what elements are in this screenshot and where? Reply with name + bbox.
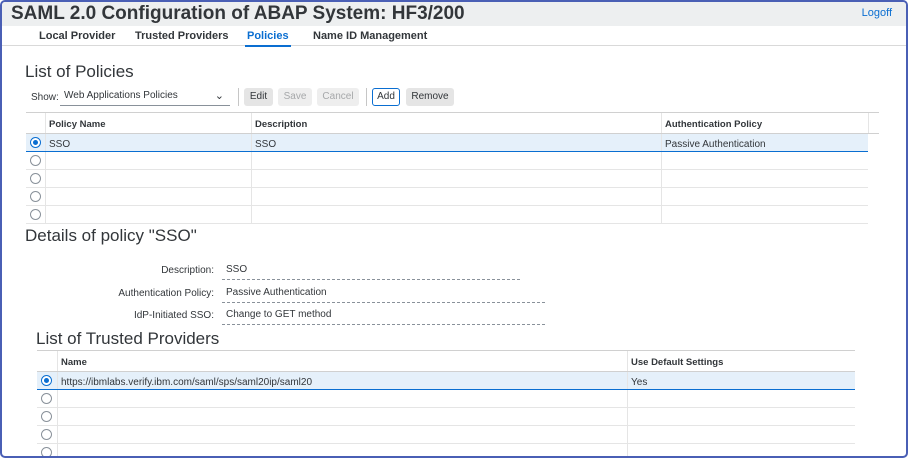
table-row[interactable] xyxy=(37,426,855,444)
toolbar-divider xyxy=(238,88,239,106)
use-default-settings-cell xyxy=(627,426,855,443)
page-title: SAML 2.0 Configuration of ABAP System: H… xyxy=(11,3,465,24)
remove-button[interactable]: Remove xyxy=(406,88,454,106)
provider-name-cell xyxy=(57,444,627,456)
use-default-settings-cell xyxy=(627,390,855,407)
trusted-providers-section-title: List of Trusted Providers xyxy=(36,329,220,348)
description-cell xyxy=(251,188,661,205)
row-radio-button[interactable] xyxy=(41,429,52,440)
row-radio-button[interactable] xyxy=(30,173,41,184)
table-row[interactable]: https://ibmlabs.verify.ibm.com/saml/sps/… xyxy=(37,372,855,390)
toolbar-divider xyxy=(366,88,367,106)
row-radio-button[interactable] xyxy=(41,447,52,456)
authentication-policy-cell xyxy=(661,152,868,169)
app-window: SAML 2.0 Configuration of ABAP System: H… xyxy=(0,0,908,458)
idp-initiated-sso-value: Change to GET method xyxy=(222,309,545,325)
policy-name-cell xyxy=(45,170,251,187)
row-radio-button[interactable] xyxy=(41,375,52,386)
description-cell xyxy=(251,152,661,169)
provider-name-cell xyxy=(57,408,627,425)
chevron-down-icon: ⌄ xyxy=(214,90,224,102)
cancel-button[interactable]: Cancel xyxy=(317,88,359,106)
show-label: Show: xyxy=(31,92,59,103)
provider-name-cell: https://ibmlabs.verify.ibm.com/saml/sps/… xyxy=(57,372,627,389)
save-button[interactable]: Save xyxy=(278,88,312,106)
policy-name-cell: SSO xyxy=(45,134,251,151)
edit-button[interactable]: Edit xyxy=(244,88,273,106)
use-default-settings-cell xyxy=(627,408,855,425)
row-radio-button[interactable] xyxy=(30,155,41,166)
tab-local-provider[interactable]: Local Provider xyxy=(39,30,115,42)
column-header-description[interactable]: Description xyxy=(251,113,661,133)
tab-policies[interactable]: Policies xyxy=(245,30,291,47)
tab-name-id-management[interactable]: Name ID Management xyxy=(313,30,427,42)
policies-table-header: Policy Name Description Authentication P… xyxy=(26,112,879,134)
row-radio-button[interactable] xyxy=(30,137,41,148)
trusted-providers-table: Name Use Default Settings https://ibmlab… xyxy=(37,350,864,456)
policy-name-cell xyxy=(45,152,251,169)
column-header-authentication-policy[interactable]: Authentication Policy xyxy=(661,113,868,133)
policy-name-cell xyxy=(45,188,251,205)
row-radio-button[interactable] xyxy=(41,393,52,404)
policy-type-select-value: Web Applications Policies xyxy=(64,90,178,101)
table-row[interactable] xyxy=(37,390,855,408)
column-header-use-default-settings[interactable]: Use Default Settings xyxy=(627,351,855,371)
description-cell xyxy=(251,206,661,223)
row-radio-button[interactable] xyxy=(41,411,52,422)
details-section-title: Details of policy "SSO" xyxy=(25,226,197,245)
policy-type-select[interactable]: Web Applications Policies ⌄ xyxy=(60,88,230,106)
provider-name-cell xyxy=(57,390,627,407)
use-default-settings-cell xyxy=(627,444,855,456)
description-cell: SSO xyxy=(251,134,661,151)
row-radio-button[interactable] xyxy=(30,191,41,202)
authentication-policy-label: Authentication Policy: xyxy=(118,288,214,299)
table-row[interactable]: SSO SSO Passive Authentication xyxy=(26,134,868,152)
authentication-policy-value: Passive Authentication xyxy=(222,287,545,303)
table-row[interactable] xyxy=(26,188,868,206)
tab-trusted-providers[interactable]: Trusted Providers xyxy=(135,30,229,42)
description-value: SSO xyxy=(222,264,520,280)
tab-bar: Local Provider Trusted Providers Policie… xyxy=(2,26,906,47)
description-label: Description: xyxy=(161,265,214,276)
table-row[interactable] xyxy=(26,170,868,188)
authentication-policy-cell: Passive Authentication xyxy=(661,134,868,151)
column-header-name[interactable]: Name xyxy=(57,351,627,371)
provider-name-cell xyxy=(57,426,627,443)
trusted-providers-table-header: Name Use Default Settings xyxy=(37,350,855,372)
table-row[interactable] xyxy=(37,408,855,426)
authentication-policy-cell xyxy=(661,188,868,205)
authentication-policy-cell xyxy=(661,206,868,223)
add-button[interactable]: Add xyxy=(372,88,400,106)
table-row[interactable] xyxy=(26,152,868,170)
column-header-policy-name[interactable]: Policy Name xyxy=(45,113,251,133)
idp-initiated-sso-label: IdP-Initiated SSO: xyxy=(133,310,214,321)
logoff-link[interactable]: Logoff xyxy=(862,7,892,19)
policies-table: Policy Name Description Authentication P… xyxy=(26,112,879,224)
use-default-settings-cell: Yes xyxy=(627,372,855,389)
policy-name-cell xyxy=(45,206,251,223)
table-row[interactable] xyxy=(26,206,868,224)
policies-section-title: List of Policies xyxy=(25,62,134,81)
description-cell xyxy=(251,170,661,187)
app-header: SAML 2.0 Configuration of ABAP System: H… xyxy=(2,2,906,26)
row-radio-button[interactable] xyxy=(30,209,41,220)
authentication-policy-cell xyxy=(661,170,868,187)
table-row[interactable] xyxy=(37,444,855,456)
